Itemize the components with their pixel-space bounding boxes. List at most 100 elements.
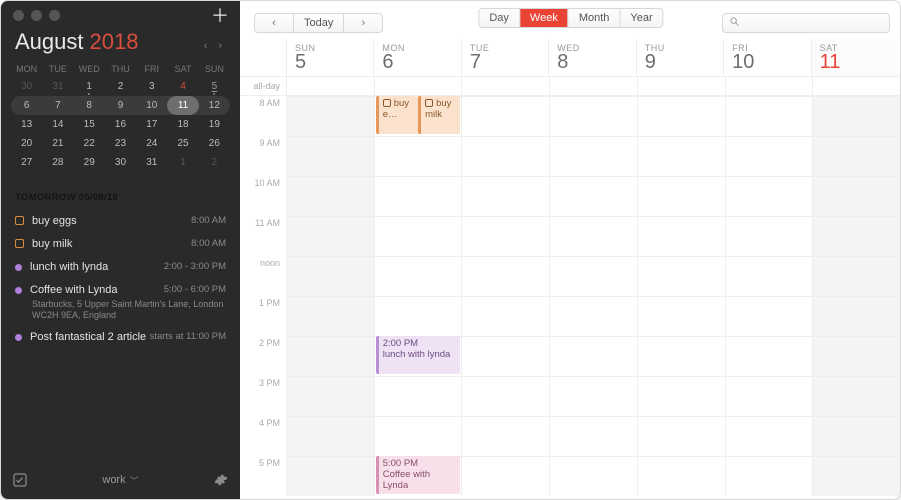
day-column[interactable]: buy e…buy milk 2:00 PMlunch with lynda 5:0… — [374, 96, 462, 496]
allday-cell[interactable] — [725, 77, 813, 95]
event-coffee[interactable]: 5:00 PMCoffee with Lynda — [376, 456, 461, 494]
agenda-item[interactable]: buy eggs8:00 AM — [11, 209, 230, 232]
day-number: 7 — [470, 51, 540, 74]
view-week[interactable]: Week — [520, 9, 568, 27]
search-icon — [729, 14, 744, 32]
agenda-item[interactable]: lunch with lynda2:00 - 3:00 PM — [11, 255, 230, 278]
mini-day[interactable]: 24 — [136, 134, 167, 153]
day-header[interactable]: WED8 — [548, 39, 635, 76]
mini-calendar[interactable]: MONTUEWEDTHUFRISATSUN 303112345678910111… — [1, 57, 240, 182]
dow-label: THU — [105, 61, 136, 77]
day-header[interactable]: SUN5 — [286, 39, 373, 76]
mini-day[interactable]: 25 — [167, 134, 198, 153]
allday-cell[interactable] — [461, 77, 549, 95]
hour-label: 8 AM — [240, 96, 286, 136]
day-column[interactable] — [461, 96, 549, 496]
hour-label: 10 AM — [240, 176, 286, 216]
day-header[interactable]: FRI10 — [723, 39, 810, 76]
mini-day[interactable]: 23 — [105, 134, 136, 153]
day-header[interactable]: MON6 — [373, 39, 460, 76]
prev-week-button[interactable]: ‹ — [255, 14, 293, 32]
mini-day[interactable]: 9 — [105, 96, 136, 115]
checkbox-icon — [383, 99, 391, 107]
settings-gear-icon[interactable] — [214, 473, 228, 487]
mini-day[interactable]: 31 — [136, 153, 167, 172]
mini-day[interactable]: 1 — [74, 77, 105, 96]
zoom-icon[interactable] — [49, 10, 60, 21]
allday-cell[interactable] — [549, 77, 637, 95]
mini-day[interactable]: 12 — [199, 96, 230, 115]
agenda-item[interactable]: Coffee with Lynda5:00 - 6:00 PM — [11, 278, 230, 301]
add-event-button[interactable]: ＋ — [210, 7, 230, 27]
event-lunch[interactable]: 2:00 PMlunch with lynda — [376, 336, 461, 374]
mini-day[interactable]: 29 — [74, 153, 105, 172]
agenda-item-time: 8:00 AM — [191, 215, 226, 226]
mini-day[interactable]: 30 — [105, 153, 136, 172]
allday-cell[interactable] — [812, 77, 900, 95]
mini-day[interactable]: 2 — [199, 153, 230, 172]
mini-day[interactable]: 18 — [167, 115, 198, 134]
week-header: SUN5MON6TUE7WED8THU9FRI10SAT11 — [240, 39, 900, 76]
mini-day[interactable]: 28 — [42, 153, 73, 172]
mini-day[interactable]: 5 — [199, 77, 230, 96]
day-header[interactable]: SAT11 — [811, 39, 898, 76]
week-grid[interactable]: 8 AM9 AM10 AM11 AMnoon1 PM2 PM3 PM4 PM5 … — [240, 96, 900, 499]
mini-day[interactable]: 17 — [136, 115, 167, 134]
view-year[interactable]: Year — [620, 9, 662, 27]
mini-day[interactable]: 4 — [167, 77, 198, 96]
mini-day[interactable]: 14 — [42, 115, 73, 134]
minimize-icon[interactable] — [31, 10, 42, 21]
day-column[interactable] — [286, 96, 374, 496]
day-column[interactable] — [725, 96, 813, 496]
dow-label: SAT — [167, 61, 198, 77]
allday-cell[interactable] — [637, 77, 725, 95]
mini-day[interactable]: 22 — [74, 134, 105, 153]
day-header[interactable]: THU9 — [636, 39, 723, 76]
agenda-item[interactable]: buy milk8:00 AM — [11, 232, 230, 255]
main-pane: ‹ Today › Day Week Month Year SUN5MON — [240, 1, 900, 499]
view-month[interactable]: Month — [569, 9, 620, 27]
mini-day[interactable]: 1 — [167, 153, 198, 172]
mini-day[interactable]: 19 — [199, 115, 230, 134]
mini-day[interactable]: 11 — [167, 96, 198, 115]
close-icon[interactable] — [13, 10, 24, 21]
mini-day[interactable]: 20 — [11, 134, 42, 153]
event-buy-milk[interactable]: buy milk — [418, 96, 460, 134]
agenda-item-time: 2:00 - 3:00 PM — [164, 261, 226, 272]
mini-day[interactable]: 30 — [11, 77, 42, 96]
calendar-set-picker[interactable]: work ﹀ — [102, 474, 138, 487]
event-buy-eggs[interactable]: buy e… — [376, 96, 418, 134]
mini-day[interactable]: 3 — [136, 77, 167, 96]
mini-day[interactable]: 21 — [42, 134, 73, 153]
mini-day[interactable]: 6 — [11, 96, 42, 115]
search-field[interactable] — [744, 17, 886, 29]
allday-cell[interactable] — [286, 77, 374, 95]
day-column[interactable] — [549, 96, 637, 496]
mini-day[interactable]: 26 — [199, 134, 230, 153]
agenda-item[interactable]: Post fantastical 2 articlestarts at 11:0… — [11, 326, 230, 349]
month-nav[interactable]: ‹ › — [204, 40, 226, 52]
window-controls[interactable] — [1, 1, 240, 21]
mini-day[interactable]: 16 — [105, 115, 136, 134]
agenda-item-label: buy milk — [32, 238, 72, 250]
next-week-button[interactable]: › — [344, 14, 382, 32]
mini-day[interactable]: 27 — [11, 153, 42, 172]
tasks-toggle-icon[interactable] — [13, 473, 27, 487]
mini-day[interactable]: 13 — [11, 115, 42, 134]
year-label: 2018 — [90, 29, 139, 55]
day-column[interactable] — [637, 96, 725, 496]
mini-day[interactable]: 31 — [42, 77, 73, 96]
allday-cell[interactable] — [374, 77, 462, 95]
allday-row: all-day — [240, 76, 900, 96]
mini-day[interactable]: 10 — [136, 96, 167, 115]
hour-label: 3 PM — [240, 376, 286, 416]
mini-day[interactable]: 8 — [74, 96, 105, 115]
view-day[interactable]: Day — [479, 9, 519, 27]
search-input[interactable] — [722, 13, 890, 33]
day-column[interactable] — [812, 96, 900, 496]
today-button[interactable]: Today — [294, 14, 343, 32]
mini-day[interactable]: 2 — [105, 77, 136, 96]
mini-day[interactable]: 15 — [74, 115, 105, 134]
mini-day[interactable]: 7 — [42, 96, 73, 115]
day-header[interactable]: TUE7 — [461, 39, 548, 76]
